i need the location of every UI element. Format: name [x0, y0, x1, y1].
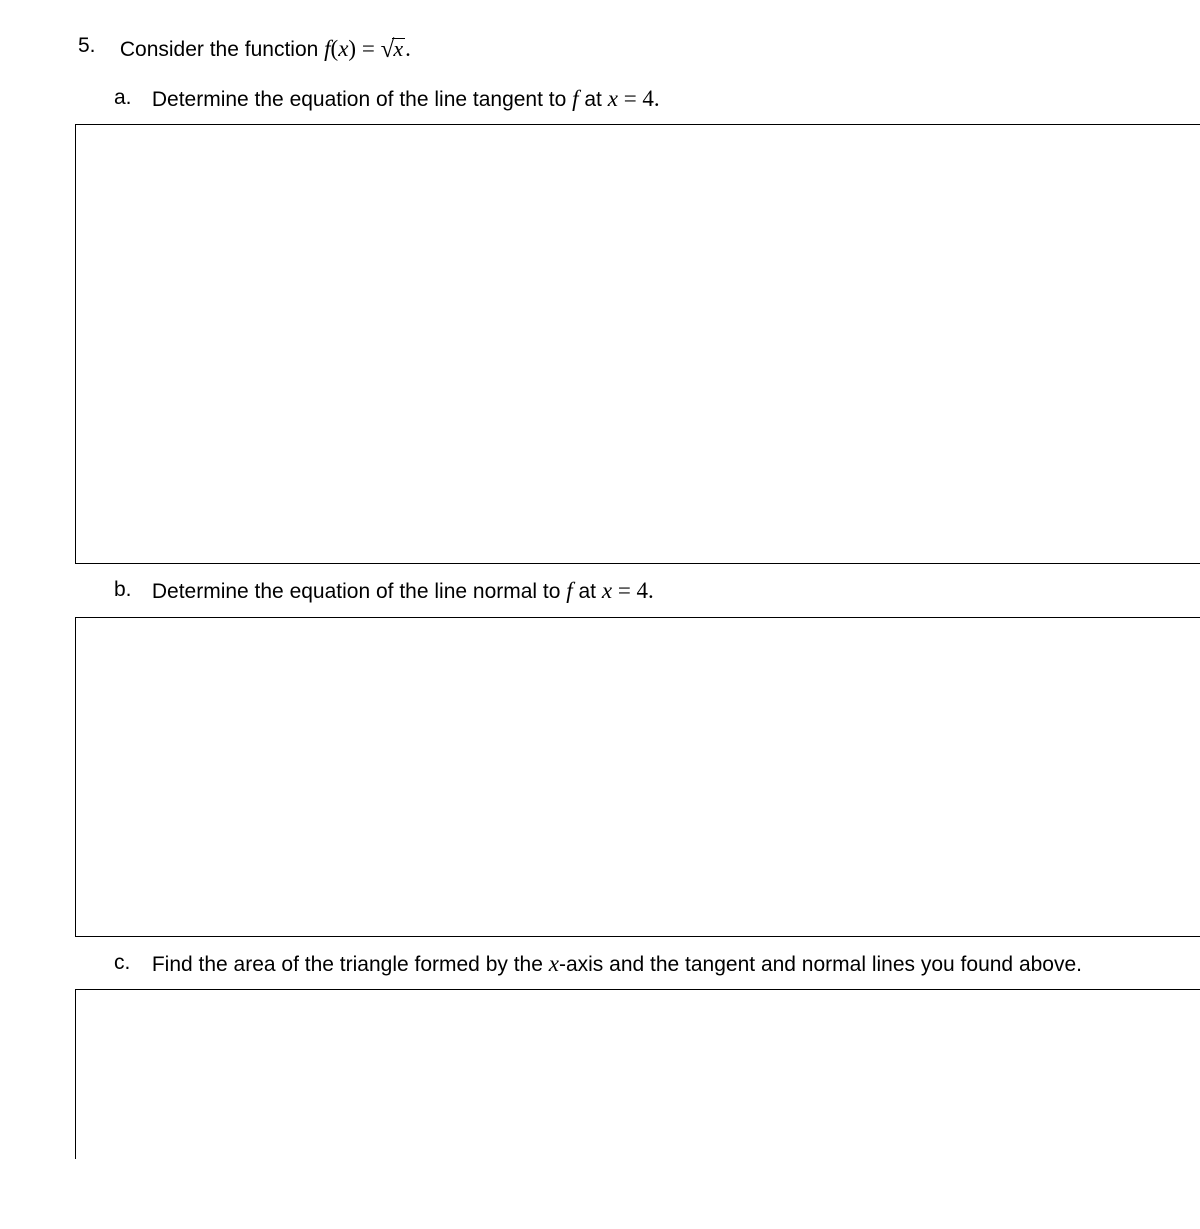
answer-box-a[interactable]: [75, 124, 1200, 564]
part-b-at: at: [573, 580, 602, 603]
part-c-text: Find the area of the triangle formed by …: [152, 953, 1082, 976]
sqrt-expression: √x: [381, 30, 406, 68]
part-c-after: -axis and the tangent and normal lines y…: [559, 953, 1082, 976]
answer-box-b[interactable]: [75, 617, 1200, 937]
part-a-at: at: [579, 88, 608, 111]
part-b-before: Determine the equation of the line norma…: [152, 580, 566, 603]
part-a-before: Determine the equation of the line tange…: [152, 88, 572, 111]
radical-icon: √: [381, 36, 395, 63]
part-a-text: Determine the equation of the line tange…: [152, 88, 660, 111]
part-a-x: x: [608, 86, 618, 111]
equals-sign: =: [356, 36, 380, 61]
part-c-prompt: c. Find the area of the triangle formed …: [0, 947, 1200, 982]
part-b-prompt: b. Determine the equation of the line no…: [0, 574, 1200, 609]
part-b-x: x: [602, 578, 612, 603]
part-b-letter: b.: [114, 574, 146, 606]
question-text: Consider the function f(x) = √x.: [120, 38, 411, 61]
part-b-text: Determine the equation of the line norma…: [152, 580, 654, 603]
func-x: x: [338, 36, 348, 61]
radicand: x: [392, 38, 405, 60]
part-a-prompt: a. Determine the equation of the line ta…: [0, 82, 1200, 117]
question-stem: 5. Consider the function f(x) = √x.: [0, 30, 1200, 68]
stem-prefix: Consider the function: [120, 38, 324, 61]
period: .: [405, 36, 411, 61]
paren-close: ): [348, 36, 356, 61]
part-a-eq: = 4.: [618, 86, 660, 111]
part-a-letter: a.: [114, 82, 146, 114]
part-c-before: Find the area of the triangle formed by …: [152, 953, 549, 976]
question-number: 5.: [78, 30, 114, 62]
part-c-x: x: [549, 951, 559, 976]
part-b-eq: = 4.: [612, 578, 654, 603]
answer-box-c[interactable]: [75, 989, 1200, 1159]
part-c-letter: c.: [114, 947, 146, 979]
